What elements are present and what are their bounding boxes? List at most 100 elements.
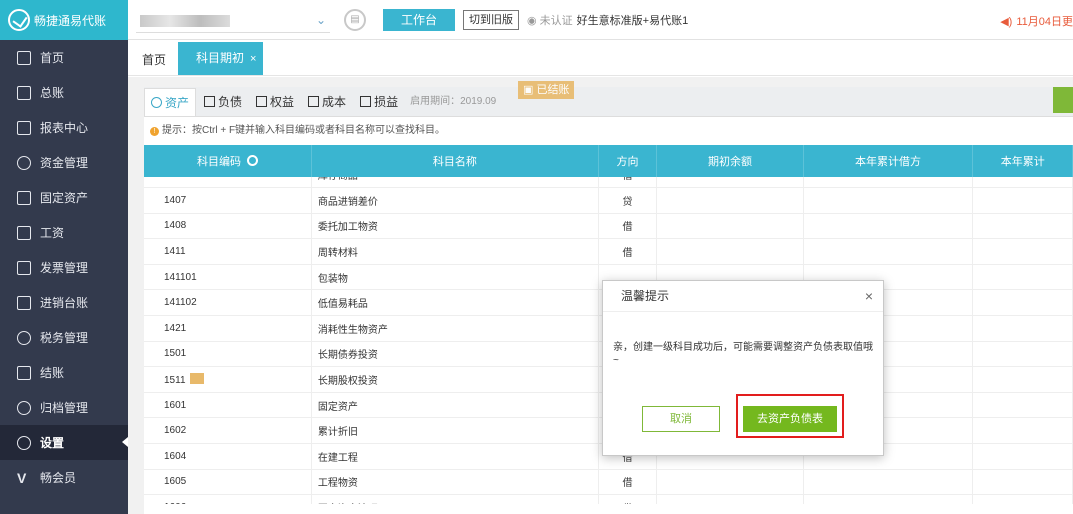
gear-icon[interactable] [246, 155, 258, 166]
ytd-credit-cell[interactable] [972, 264, 1073, 291]
go-to-balance-sheet-button[interactable]: 去资产负债表 [743, 406, 837, 432]
sidebar-item-archive[interactable]: 归档管理 [0, 390, 128, 425]
table-row[interactable]: 1605 工程物资 借 [144, 469, 1073, 496]
tab-label: 成本 [322, 95, 347, 109]
ytd-credit-cell[interactable] [972, 238, 1073, 265]
chevron-down-icon: ⌄ [315, 12, 326, 27]
account-name-cell-text: 固定资产 [317, 401, 358, 413]
top-bar: ⌄ ▤ 工作台 切到旧版 ◉ 未认证 好生意标准版+易代账1 ◀) 11月04日更 [128, 0, 1073, 40]
sidebar-item-general-ledger[interactable]: 总账 [0, 75, 128, 110]
sidebar-item-salary[interactable]: 工资 [0, 215, 128, 250]
account-code-cell: 1406 [144, 177, 312, 189]
switch-old-version-button[interactable]: 切到旧版 [463, 9, 519, 30]
account-code-cell-text: 1407 [164, 194, 187, 206]
account-code-cell: 1602 [144, 417, 312, 445]
account-name-cell-text: 包装物 [317, 273, 348, 285]
gear-icon [17, 435, 31, 450]
sidebar-item-invoices[interactable]: 发票管理 [0, 250, 128, 285]
account-name-cell: 固定资产清理 [311, 494, 599, 504]
ytd-credit-cell[interactable] [972, 417, 1073, 445]
dialog-title-text: 温馨提示 [621, 289, 670, 303]
ytd-credit-cell[interactable] [972, 341, 1073, 368]
app-logo[interactable]: 畅捷通易代账 [0, 0, 128, 40]
account-code-cell: 1501 [144, 341, 312, 368]
sidebar-item-checkout[interactable]: 结账 [0, 355, 128, 390]
salary-icon [17, 225, 31, 240]
account-name-cell-text: 消耗性生物资产 [317, 324, 388, 336]
opening-balance-cell[interactable] [656, 213, 804, 240]
sidebar-item-label: 首页 [40, 51, 65, 65]
verify-status[interactable]: ◉ 未认证 [527, 12, 573, 28]
account-name-cell: 低值易耗品 [311, 289, 599, 317]
workbench-button[interactable]: 工作台 [383, 8, 455, 31]
opening-balance-cell[interactable] [656, 238, 804, 265]
ytd-debit-cell[interactable] [803, 213, 974, 240]
sidebar-item-settings[interactable]: 设置 [0, 425, 128, 460]
sidebar-item-home[interactable]: 首页 [0, 40, 128, 75]
tab-account-opening[interactable]: 科目期初 × [178, 42, 263, 75]
account-code-cell-text: 1408 [164, 220, 187, 232]
sidebar-item-inventory[interactable]: 进销台账 [0, 285, 128, 320]
direction-cell: 借 [598, 238, 658, 265]
ytd-debit-cell[interactable] [803, 494, 974, 504]
table-row[interactable]: 1406 库存商品 借 [144, 177, 1073, 189]
direction-cell-text: 借 [622, 222, 633, 234]
ytd-credit-cell[interactable] [972, 289, 1073, 317]
ytd-credit-cell[interactable] [972, 366, 1073, 393]
ytd-debit-cell[interactable] [803, 469, 974, 496]
sidebar-item-reports[interactable]: 报表中心 [0, 110, 128, 145]
tab-equity[interactable]: 权益 [250, 88, 300, 116]
table-row[interactable]: 1407 商品进销差价 贷 [144, 187, 1073, 214]
ytd-credit-cell[interactable] [972, 213, 1073, 240]
update-notice[interactable]: ◀) 11月04日更 [1000, 13, 1073, 29]
calendar-icon[interactable]: ▤ [344, 8, 366, 31]
opening-balance-cell[interactable] [656, 177, 804, 189]
company-select[interactable]: ⌄ [136, 7, 330, 33]
tab-cost[interactable]: 成本 [302, 88, 352, 116]
account-code-cell: 1605 [144, 469, 312, 496]
table-row[interactable]: 1606 固定资产清理借 [144, 494, 1073, 504]
table-row[interactable]: 1408 委托加工物资 借 [144, 213, 1073, 240]
sidebar-item-funds[interactable]: 资金管理 [0, 145, 128, 180]
opening-balance-cell[interactable] [656, 187, 804, 214]
account-table-header: 科目编码 科目名称 方向 期初余额 本年累计借方 本年累计 [144, 145, 1073, 177]
verify-label: 未认证 [539, 14, 573, 27]
sidebar-item-vip[interactable]: V 畅会员 [0, 460, 128, 495]
assets-icon [151, 97, 162, 108]
tab-assets[interactable]: 资产 [144, 88, 197, 116]
account-code-cell-text: 1501 [164, 348, 187, 360]
sidebar-item-label: 总账 [40, 86, 65, 100]
info-icon: ! [150, 127, 159, 136]
sidebar-item-tax[interactable]: 税务管理 [0, 320, 128, 355]
ytd-credit-cell[interactable] [972, 443, 1073, 470]
opening-balance-cell[interactable] [656, 469, 804, 496]
ytd-debit-cell[interactable] [803, 177, 974, 189]
action-button-partial[interactable] [1053, 87, 1073, 113]
close-icon[interactable]: × [250, 53, 256, 65]
sidebar-item-label: 税务管理 [40, 331, 89, 345]
ytd-credit-cell[interactable] [972, 392, 1073, 419]
liabilities-icon [204, 96, 216, 107]
tab-liabilities[interactable]: 负债 [198, 88, 248, 116]
table-row[interactable]: 1411 周转材料 借 [144, 238, 1073, 265]
col-ytd-credit: 本年累计 [972, 145, 1073, 177]
opening-balance-cell[interactable] [656, 494, 804, 504]
ytd-debit-cell[interactable] [803, 187, 974, 214]
ytd-credit-cell[interactable] [972, 177, 1073, 189]
ytd-credit-cell[interactable] [972, 494, 1073, 504]
cancel-button[interactable]: 取消 [642, 406, 720, 432]
sidebar-item-label: 资金管理 [40, 156, 89, 170]
ytd-credit-cell[interactable] [972, 315, 1073, 342]
close-icon[interactable]: × [865, 281, 873, 312]
sidebar-item-fixed-assets[interactable]: 固定资产 [0, 180, 128, 215]
account-code-cell-text: 1406 [164, 177, 186, 180]
account-name-cell-text: 长期股权投资 [317, 376, 378, 388]
ytd-debit-cell[interactable] [803, 238, 974, 265]
ytd-credit-cell[interactable] [972, 187, 1073, 214]
checkout-icon [17, 365, 31, 380]
tab-home[interactable]: 首页 [142, 51, 166, 68]
tab-profit-loss[interactable]: 损益 [354, 88, 404, 116]
account-code-cell: 1511 [144, 366, 312, 393]
tab-label: 科目期初 [196, 51, 245, 65]
ytd-credit-cell[interactable] [972, 469, 1073, 496]
